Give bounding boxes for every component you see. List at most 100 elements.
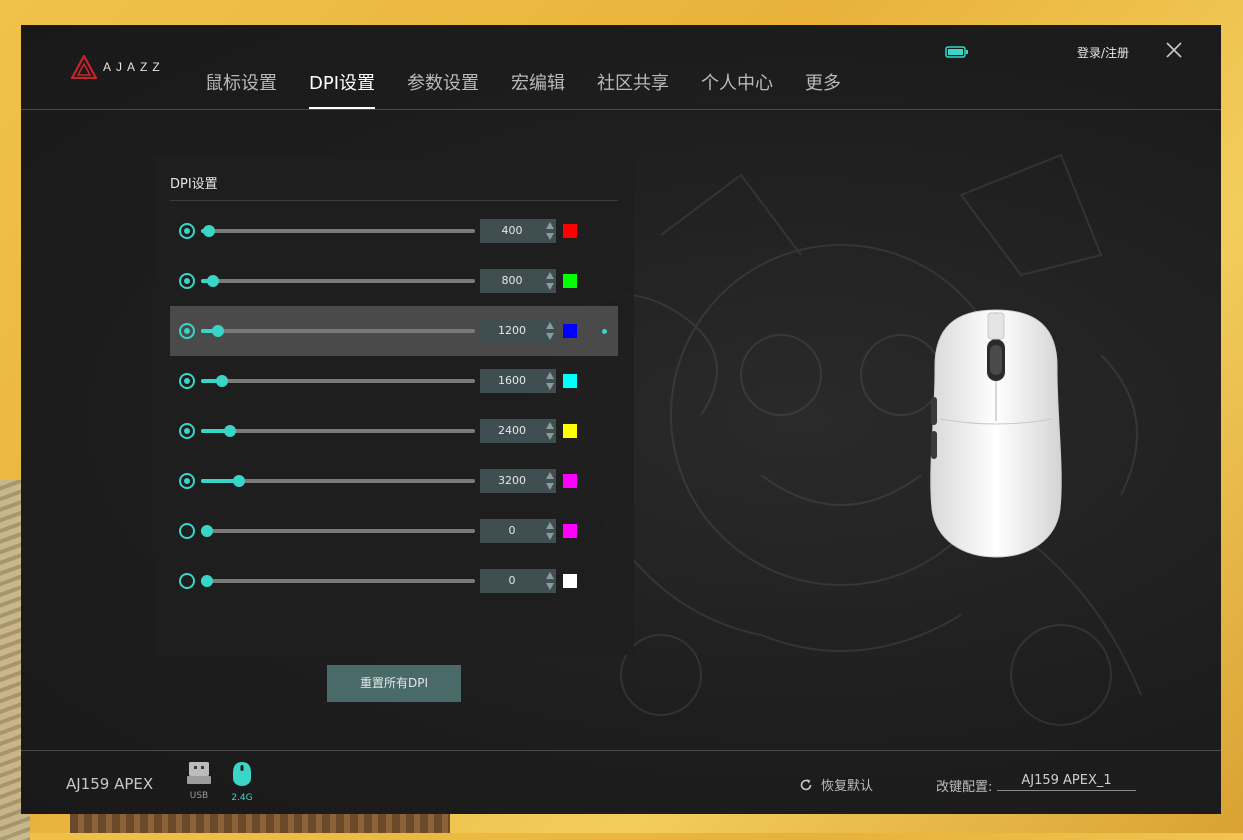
decrement-arrow-icon[interactable] (546, 233, 554, 240)
dpi-slider[interactable] (201, 425, 475, 437)
brand-logo: AJAZZ (71, 55, 165, 79)
dpi-value[interactable]: 1200 (480, 319, 544, 343)
background-illustration (580, 153, 1142, 726)
app-window: AJAZZ 鼠标设置 DPI设置 参数设置 宏编辑 社区共享 个人中心 更多 登… (21, 25, 1221, 814)
dpi-color-swatch[interactable] (563, 274, 577, 288)
tab-personal-center[interactable]: 个人中心 (685, 69, 789, 109)
dpi-slider[interactable] (201, 375, 475, 387)
tab-community-share[interactable]: 社区共享 (581, 69, 685, 109)
dpi-color-swatch[interactable] (563, 574, 577, 588)
dpi-enable-radio[interactable] (179, 223, 195, 239)
increment-arrow-icon[interactable] (546, 372, 554, 379)
increment-arrow-icon[interactable] (546, 572, 554, 579)
dpi-value-stepper[interactable]: 0 (480, 569, 556, 593)
dpi-value[interactable]: 0 (480, 569, 544, 593)
dpi-row[interactable]: 3200 (170, 456, 618, 506)
restore-defaults-label: 恢复默认 (821, 779, 874, 794)
increment-arrow-icon[interactable] (546, 422, 554, 429)
dpi-slider[interactable] (201, 575, 475, 587)
dpi-value-stepper[interactable]: 1200 (480, 319, 556, 343)
connection-24g-label: 2.4G (231, 793, 253, 803)
dpi-row[interactable]: 0 (170, 556, 618, 606)
tab-dpi-settings[interactable]: DPI设置 (293, 69, 391, 109)
login-register-link[interactable]: 登录/注册 (1077, 44, 1129, 61)
dpi-slider[interactable] (201, 225, 475, 237)
increment-arrow-icon[interactable] (546, 472, 554, 479)
dpi-slider-thumb[interactable] (215, 375, 228, 387)
dpi-value-stepper[interactable]: 800 (480, 269, 556, 293)
dpi-enable-radio[interactable] (179, 423, 195, 439)
restore-defaults-button[interactable]: 恢复默认 (799, 775, 873, 794)
dpi-row[interactable]: 800 (170, 256, 618, 306)
dpi-settings-panel: DPI设置 400 800 1200 1600 2400 3200 0 0 (154, 155, 634, 655)
usb-icon (187, 762, 211, 784)
decrement-arrow-icon[interactable] (546, 483, 554, 490)
dpi-row[interactable]: 1600 (170, 356, 618, 406)
decrement-arrow-icon[interactable] (546, 533, 554, 540)
increment-arrow-icon[interactable] (546, 272, 554, 279)
title-bar: AJAZZ 鼠标设置 DPI设置 参数设置 宏编辑 社区共享 个人中心 更多 登… (21, 25, 1221, 110)
refresh-icon (800, 778, 812, 790)
increment-arrow-icon[interactable] (546, 222, 554, 229)
dpi-color-swatch[interactable] (563, 324, 577, 338)
current-dpi-indicator (602, 329, 607, 334)
decrement-arrow-icon[interactable] (546, 433, 554, 440)
dpi-slider[interactable] (201, 325, 475, 337)
dpi-slider-fill (201, 429, 227, 433)
wireless-mouse-icon (233, 762, 251, 786)
tab-more[interactable]: 更多 (789, 69, 857, 109)
dpi-slider-thumb[interactable] (207, 275, 220, 287)
dpi-value-stepper[interactable]: 3200 (480, 469, 556, 493)
dpi-slider-thumb[interactable] (232, 475, 245, 487)
increment-arrow-icon[interactable] (546, 522, 554, 529)
dpi-value-stepper[interactable]: 400 (480, 219, 556, 243)
dpi-color-swatch[interactable] (563, 524, 577, 538)
dpi-color-swatch[interactable] (563, 424, 577, 438)
dpi-value-stepper[interactable]: 0 (480, 519, 556, 543)
dpi-enable-radio[interactable] (179, 523, 195, 539)
dpi-slider[interactable] (201, 275, 475, 287)
dpi-value[interactable]: 0 (480, 519, 544, 543)
dpi-enable-radio[interactable] (179, 323, 195, 339)
dpi-row[interactable]: 1200 (170, 306, 618, 356)
dpi-enable-radio[interactable] (179, 473, 195, 489)
dpi-slider-thumb[interactable] (211, 325, 224, 337)
dpi-slider-thumb[interactable] (224, 425, 237, 437)
dpi-slider-thumb[interactable] (203, 225, 216, 237)
decrement-arrow-icon[interactable] (546, 383, 554, 390)
dpi-color-swatch[interactable] (563, 374, 577, 388)
desktop-background-wood (70, 813, 450, 833)
dpi-slider[interactable] (201, 525, 475, 537)
key-config-select[interactable]: AJ159 APEX_1 (997, 773, 1136, 791)
connection-usb[interactable]: USB (181, 761, 217, 801)
decrement-arrow-icon[interactable] (546, 583, 554, 590)
dpi-enable-radio[interactable] (179, 573, 195, 589)
dpi-value[interactable]: 2400 (480, 419, 544, 443)
dpi-enable-radio[interactable] (179, 273, 195, 289)
dpi-row[interactable]: 400 (170, 206, 618, 256)
decrement-arrow-icon[interactable] (546, 283, 554, 290)
dpi-value[interactable]: 1600 (480, 369, 544, 393)
reset-all-dpi-button[interactable]: 重置所有DPI (327, 665, 461, 702)
dpi-value-stepper[interactable]: 2400 (480, 419, 556, 443)
dpi-value[interactable]: 3200 (480, 469, 544, 493)
dpi-slider[interactable] (201, 475, 475, 487)
dpi-slider-thumb[interactable] (201, 575, 213, 587)
dpi-row[interactable]: 0 (170, 506, 618, 556)
decrement-arrow-icon[interactable] (546, 333, 554, 340)
dpi-value-stepper[interactable]: 1600 (480, 369, 556, 393)
dpi-value[interactable]: 800 (480, 269, 544, 293)
dpi-value[interactable]: 400 (480, 219, 544, 243)
dpi-color-swatch[interactable] (563, 224, 577, 238)
close-icon[interactable] (1164, 40, 1184, 60)
tab-parameter-settings[interactable]: 参数设置 (391, 69, 495, 109)
dpi-enable-radio[interactable] (179, 373, 195, 389)
tab-mouse-settings[interactable]: 鼠标设置 (189, 69, 293, 109)
connection-24g[interactable]: 2.4G (224, 761, 260, 803)
tab-macro-editor[interactable]: 宏编辑 (495, 69, 581, 109)
ajazz-logo-icon (71, 55, 97, 79)
increment-arrow-icon[interactable] (546, 322, 554, 329)
dpi-slider-thumb[interactable] (201, 525, 213, 537)
dpi-row[interactable]: 2400 (170, 406, 618, 456)
dpi-color-swatch[interactable] (563, 474, 577, 488)
